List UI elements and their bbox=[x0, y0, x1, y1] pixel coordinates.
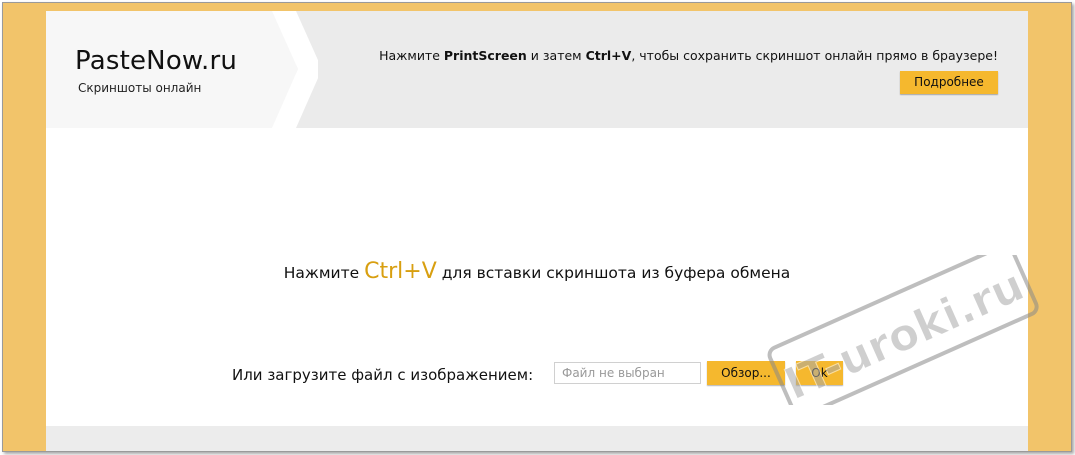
paste-prefix: Нажмите bbox=[283, 264, 365, 282]
hint-prefix: Нажмите bbox=[379, 48, 444, 63]
logo-title[interactable]: PasteNow.ru bbox=[75, 46, 237, 76]
more-info-button[interactable]: Подробнее bbox=[900, 71, 998, 94]
hint-key-ctrlv: Ctrl+V bbox=[585, 48, 632, 63]
hint-middle: и затем bbox=[526, 48, 586, 63]
watermark-stamp: IT-uroki.ru bbox=[767, 255, 1039, 405]
footer-strip bbox=[46, 426, 1028, 451]
file-input[interactable]: Файл не выбран bbox=[554, 362, 701, 384]
header-hint: Нажмите PrintScreen и затем Ctrl+V, чтоб… bbox=[379, 48, 998, 63]
upload-label: Или загрузите файл с изображением: bbox=[232, 366, 534, 384]
site-header: PasteNow.ru Скриншоты онлайн Нажмите Pri… bbox=[46, 11, 1028, 128]
logo-subtitle: Скриншоты онлайн bbox=[78, 81, 202, 95]
hint-key-printscreen: PrintScreen bbox=[443, 48, 527, 63]
hint-suffix: , чтобы сохранить скриншот онлайн прямо … bbox=[631, 48, 998, 63]
paste-key-ctrlv: Ctrl+V bbox=[364, 259, 437, 284]
